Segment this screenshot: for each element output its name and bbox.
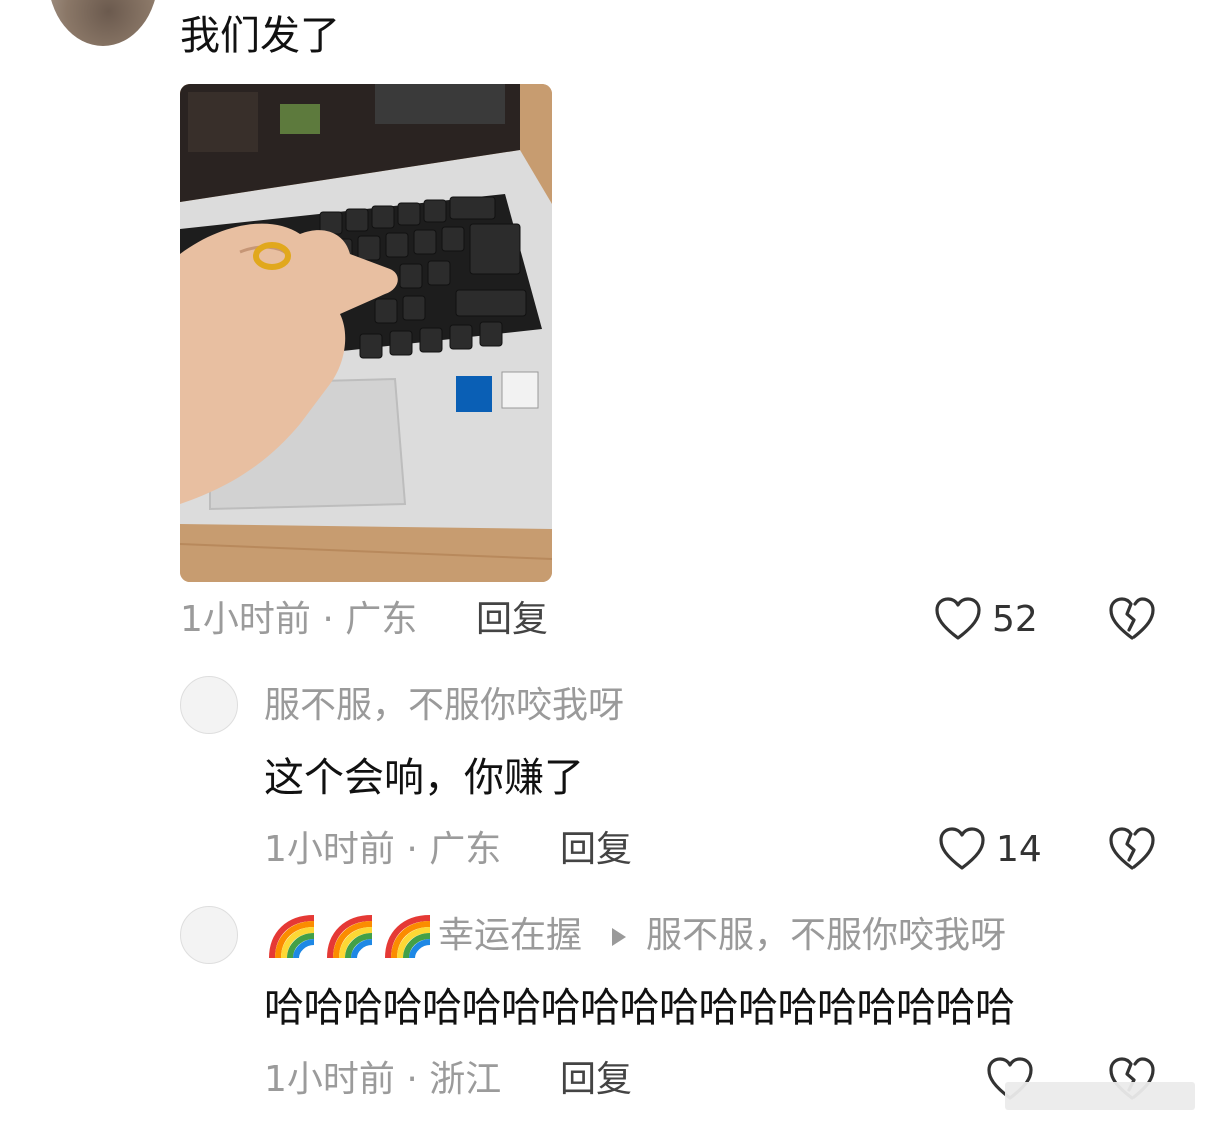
comment-meta: 1小时前 · 广东	[264, 829, 502, 870]
username[interactable]: 服不服，不服你咬我呀	[264, 688, 624, 724]
broken-heart-icon[interactable]	[1108, 826, 1156, 872]
avatar[interactable]	[180, 906, 238, 964]
comment-text: 哈哈哈哈哈哈哈哈哈哈哈哈哈哈哈哈哈哈哈	[264, 985, 1015, 1031]
rainbow-icon	[266, 912, 318, 962]
reply-button[interactable]: 回复	[476, 602, 548, 638]
avatar[interactable]	[48, 0, 158, 46]
comment-text: 这个会响，你赚了	[264, 755, 584, 801]
reply-button[interactable]: 回复	[560, 832, 632, 868]
broken-heart-icon[interactable]	[1108, 596, 1156, 642]
reply-to-username[interactable]: 服不服，不服你咬我呀	[646, 918, 1006, 954]
rainbow-icon	[324, 912, 376, 962]
reply-button[interactable]: 回复	[560, 1062, 632, 1098]
rainbow-icon	[382, 912, 434, 962]
like-count: 52	[992, 599, 1038, 640]
comment-photo[interactable]	[180, 84, 552, 582]
watermark	[1005, 1082, 1195, 1110]
comment-meta: 1小时前 · 广东	[180, 599, 418, 640]
triangle-right-icon	[610, 926, 628, 948]
heart-outline-icon[interactable]	[934, 596, 982, 642]
avatar[interactable]	[180, 676, 238, 734]
username[interactable]: 幸运在握	[438, 918, 582, 954]
comment-meta: 1小时前 · 浙江	[264, 1059, 502, 1100]
comment-text: 我们发了	[180, 13, 340, 59]
like-count: 14	[996, 829, 1042, 870]
heart-outline-icon[interactable]	[938, 826, 986, 872]
